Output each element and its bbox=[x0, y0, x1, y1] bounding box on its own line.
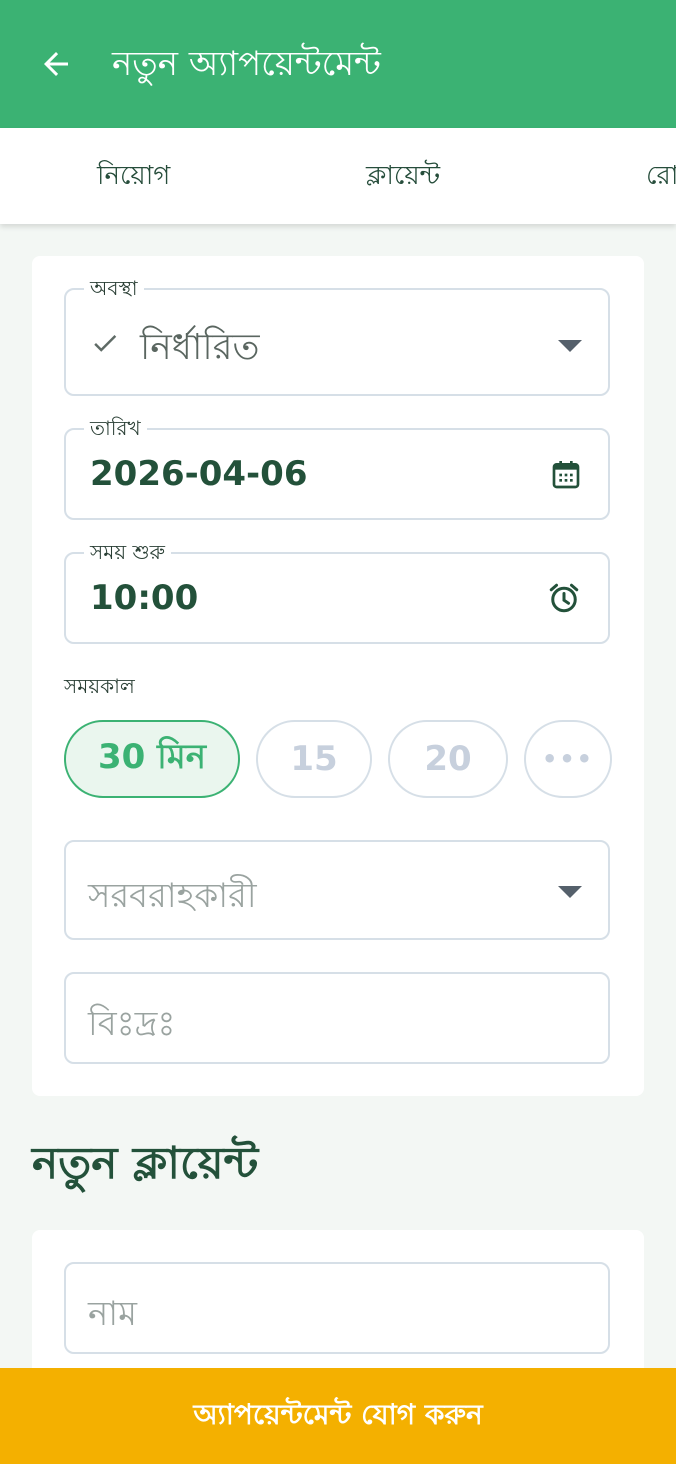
start-time-field[interactable]: সময় শুরু 10:00 bbox=[64, 540, 610, 644]
app-bar: নতুন অ্যাপয়েন্টমেন্ট bbox=[0, 0, 676, 128]
date-label: তারিখ bbox=[84, 416, 147, 440]
more-options-chip[interactable]: ••• bbox=[524, 720, 612, 798]
name-placeholder: নাম bbox=[88, 1294, 138, 1334]
provider-dropdown[interactable]: সরবরাহকারী bbox=[64, 840, 610, 940]
calendar-icon[interactable] bbox=[550, 458, 582, 492]
page-title: নতুন অ্যাপয়েন্টমেন্ট bbox=[112, 44, 381, 84]
date-field[interactable]: তারিখ 2026-04-06 bbox=[64, 416, 610, 520]
back-button[interactable] bbox=[36, 44, 76, 84]
chevron-down-icon bbox=[558, 886, 582, 898]
status-value: নির্ধারিত bbox=[140, 327, 260, 368]
tab-bar: নিয়োগ ক্লায়েন্ট রো bbox=[0, 128, 676, 224]
name-field[interactable]: নাম bbox=[64, 1262, 610, 1354]
arrow-left-icon bbox=[44, 52, 68, 76]
appointment-form-card: অবস্থা নির্ধারিত তারিখ 2026-04-06 সময় শ… bbox=[32, 256, 644, 1096]
tab-appointment[interactable]: নিয়োগ bbox=[97, 128, 170, 224]
chevron-down-icon bbox=[558, 340, 582, 352]
status-label: অবস্থা bbox=[84, 276, 144, 300]
tab-client[interactable]: ক্লায়েন্ট bbox=[366, 128, 440, 224]
date-value: 2026-04-06 bbox=[90, 454, 308, 494]
client-form-card: নাম bbox=[32, 1230, 644, 1390]
duration-chip-15[interactable]: 15 bbox=[256, 720, 372, 798]
duration-chip-30[interactable]: 30 মিন bbox=[64, 720, 240, 798]
notes-placeholder: বিঃদ্রঃ bbox=[88, 1004, 176, 1044]
duration-chip-20[interactable]: 20 bbox=[388, 720, 508, 798]
add-appointment-button[interactable]: অ্যাপয়েন্টমেন্ট যোগ করুন bbox=[0, 1368, 676, 1464]
provider-placeholder: সরবরাহকারী bbox=[88, 876, 257, 916]
check-icon bbox=[94, 335, 117, 352]
alarm-clock-icon[interactable] bbox=[546, 580, 582, 616]
tab-third[interactable]: রো bbox=[646, 128, 676, 224]
start-time-label: সময় শুরু bbox=[84, 540, 172, 564]
notes-field[interactable]: বিঃদ্রঃ bbox=[64, 972, 610, 1064]
start-time-value: 10:00 bbox=[90, 578, 199, 618]
duration-label: সময়কাল bbox=[64, 674, 135, 698]
status-dropdown[interactable]: অবস্থা নির্ধারিত bbox=[64, 276, 610, 396]
new-client-heading: নতুন ক্লায়েন্ট bbox=[32, 1138, 259, 1189]
